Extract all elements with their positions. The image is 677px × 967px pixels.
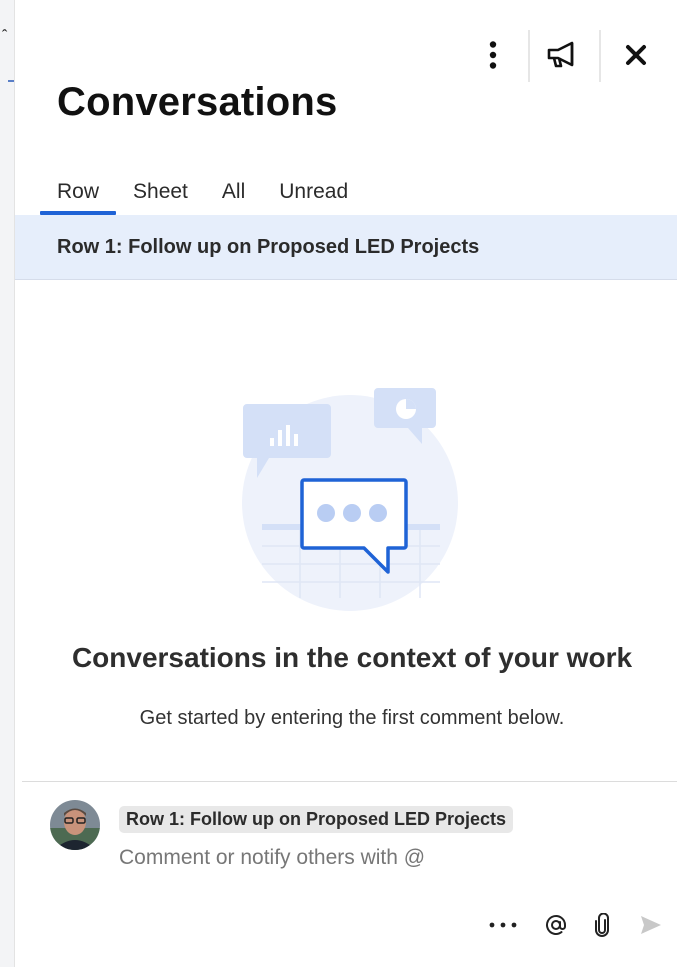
megaphone-icon: [547, 41, 574, 68]
send-icon: [641, 916, 661, 934]
avatar: [50, 800, 100, 850]
tab-unread[interactable]: Unread: [262, 178, 365, 212]
more-options-button[interactable]: [478, 30, 508, 80]
more-actions-button[interactable]: [486, 908, 520, 942]
row-reference-chip: Row 1: Follow up on Proposed LED Project…: [119, 806, 514, 833]
send-button[interactable]: [634, 908, 668, 942]
edge-glyph: ˆ: [2, 28, 8, 45]
composer-divider: [22, 781, 677, 782]
toolbar-separator: [528, 30, 530, 82]
attach-button[interactable]: [588, 908, 616, 942]
paperclip-icon: [595, 913, 609, 937]
close-icon: [626, 45, 646, 65]
toolbar-separator: [599, 30, 601, 82]
at-icon: [546, 914, 566, 935]
horizontal-ellipsis-icon: [489, 922, 517, 928]
mention-button[interactable]: [541, 908, 571, 942]
empty-state-title: Conversations in the context of your wor…: [71, 642, 633, 673]
panel-title: Conversations: [57, 80, 338, 124]
close-panel-button[interactable]: [618, 30, 654, 80]
tab-row[interactable]: Row: [40, 178, 117, 215]
edge-accent: [8, 80, 14, 82]
tab-sheet[interactable]: Sheet: [116, 178, 205, 212]
row-context-banner: Row 1: Follow up on Proposed LED Project…: [15, 215, 677, 280]
conversation-illustration: [242, 388, 458, 611]
vertical-ellipsis-icon: [489, 41, 497, 69]
empty-state-subtitle: Get started by entering the first commen…: [139, 707, 565, 729]
conversation-tabs: Row Sheet All Unread: [40, 178, 365, 215]
row-context-label: Row 1: Follow up on Proposed LED Project…: [57, 235, 480, 258]
background-sheet-edge: ˆ: [0, 0, 15, 967]
announcements-button[interactable]: [543, 30, 585, 80]
comment-input[interactable]: [119, 846, 639, 870]
tab-all[interactable]: All: [205, 178, 262, 212]
